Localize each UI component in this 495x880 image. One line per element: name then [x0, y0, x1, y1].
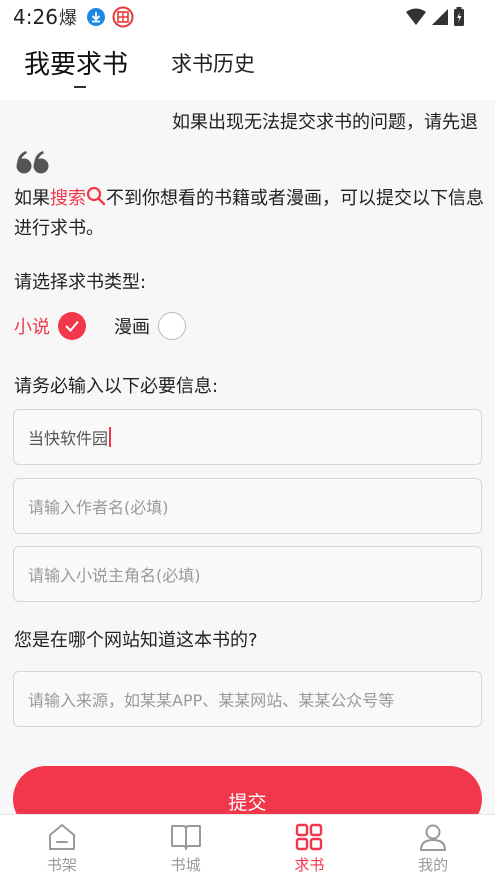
status-time: 4:26 [13, 5, 58, 29]
battery-icon [453, 7, 465, 31]
wifi-icon [405, 8, 427, 30]
grid-icon [295, 823, 323, 851]
app-notification-icon: 爆 [58, 6, 80, 32]
required-info-label: 请务必输入以下必要信息: [14, 376, 219, 397]
text-caret [109, 427, 112, 447]
source-field[interactable]: 请输入来源，如某某APP、某某网站、某某公众号等 [13, 671, 482, 727]
nav-item-profile[interactable]: 我的 [371, 815, 495, 880]
notice-marquee: 如果出现无法提交求书的问题，请先退 [172, 112, 478, 133]
download-icon [86, 7, 106, 31]
nav-item-request-book[interactable]: 求书 [248, 815, 372, 880]
search-icon[interactable] [86, 186, 106, 215]
tab-request-history[interactable]: 求书历史 [171, 48, 255, 78]
person-icon [418, 823, 448, 851]
quote-icon [16, 150, 50, 178]
header: 我要求书 求书历史 [0, 34, 495, 100]
svg-text:爆: 爆 [59, 8, 77, 28]
radio-label-comic[interactable]: 漫画 [114, 313, 150, 339]
type-radio-group: 小说 漫画 [14, 312, 186, 340]
nav-item-bookstore[interactable]: 书城 [124, 815, 248, 880]
house-icon [47, 823, 77, 851]
bottom-nav: 书架 书城 求书 我的 [0, 814, 495, 880]
signal-icon [431, 8, 449, 30]
author-field[interactable]: 请输入作者名(必填) [13, 478, 482, 534]
status-bar: 4:26 爆 [0, 0, 495, 34]
radio-comic[interactable] [158, 312, 186, 340]
tab-request-book[interactable]: 我要求书 [24, 44, 128, 81]
radio-novel-checked[interactable] [58, 312, 86, 340]
source-section-label: 您是在哪个网站知道这本书的? [14, 630, 258, 651]
book-icon [170, 823, 202, 851]
nav-item-bookshelf[interactable]: 书架 [0, 815, 124, 880]
active-tab-indicator [74, 86, 86, 88]
book-name-field[interactable]: 当快软件园 [13, 409, 482, 465]
red-app-icon [112, 6, 134, 32]
intro-text: 如果搜索 不到你想看的书籍或者漫画，可以提交以下信息进行求书。 [14, 186, 484, 239]
search-link[interactable]: 搜索 [50, 188, 86, 209]
type-section-label: 请选择求书类型: [14, 272, 147, 293]
protagonist-field[interactable]: 请输入小说主角名(必填) [13, 546, 482, 602]
radio-label-novel[interactable]: 小说 [14, 313, 50, 339]
